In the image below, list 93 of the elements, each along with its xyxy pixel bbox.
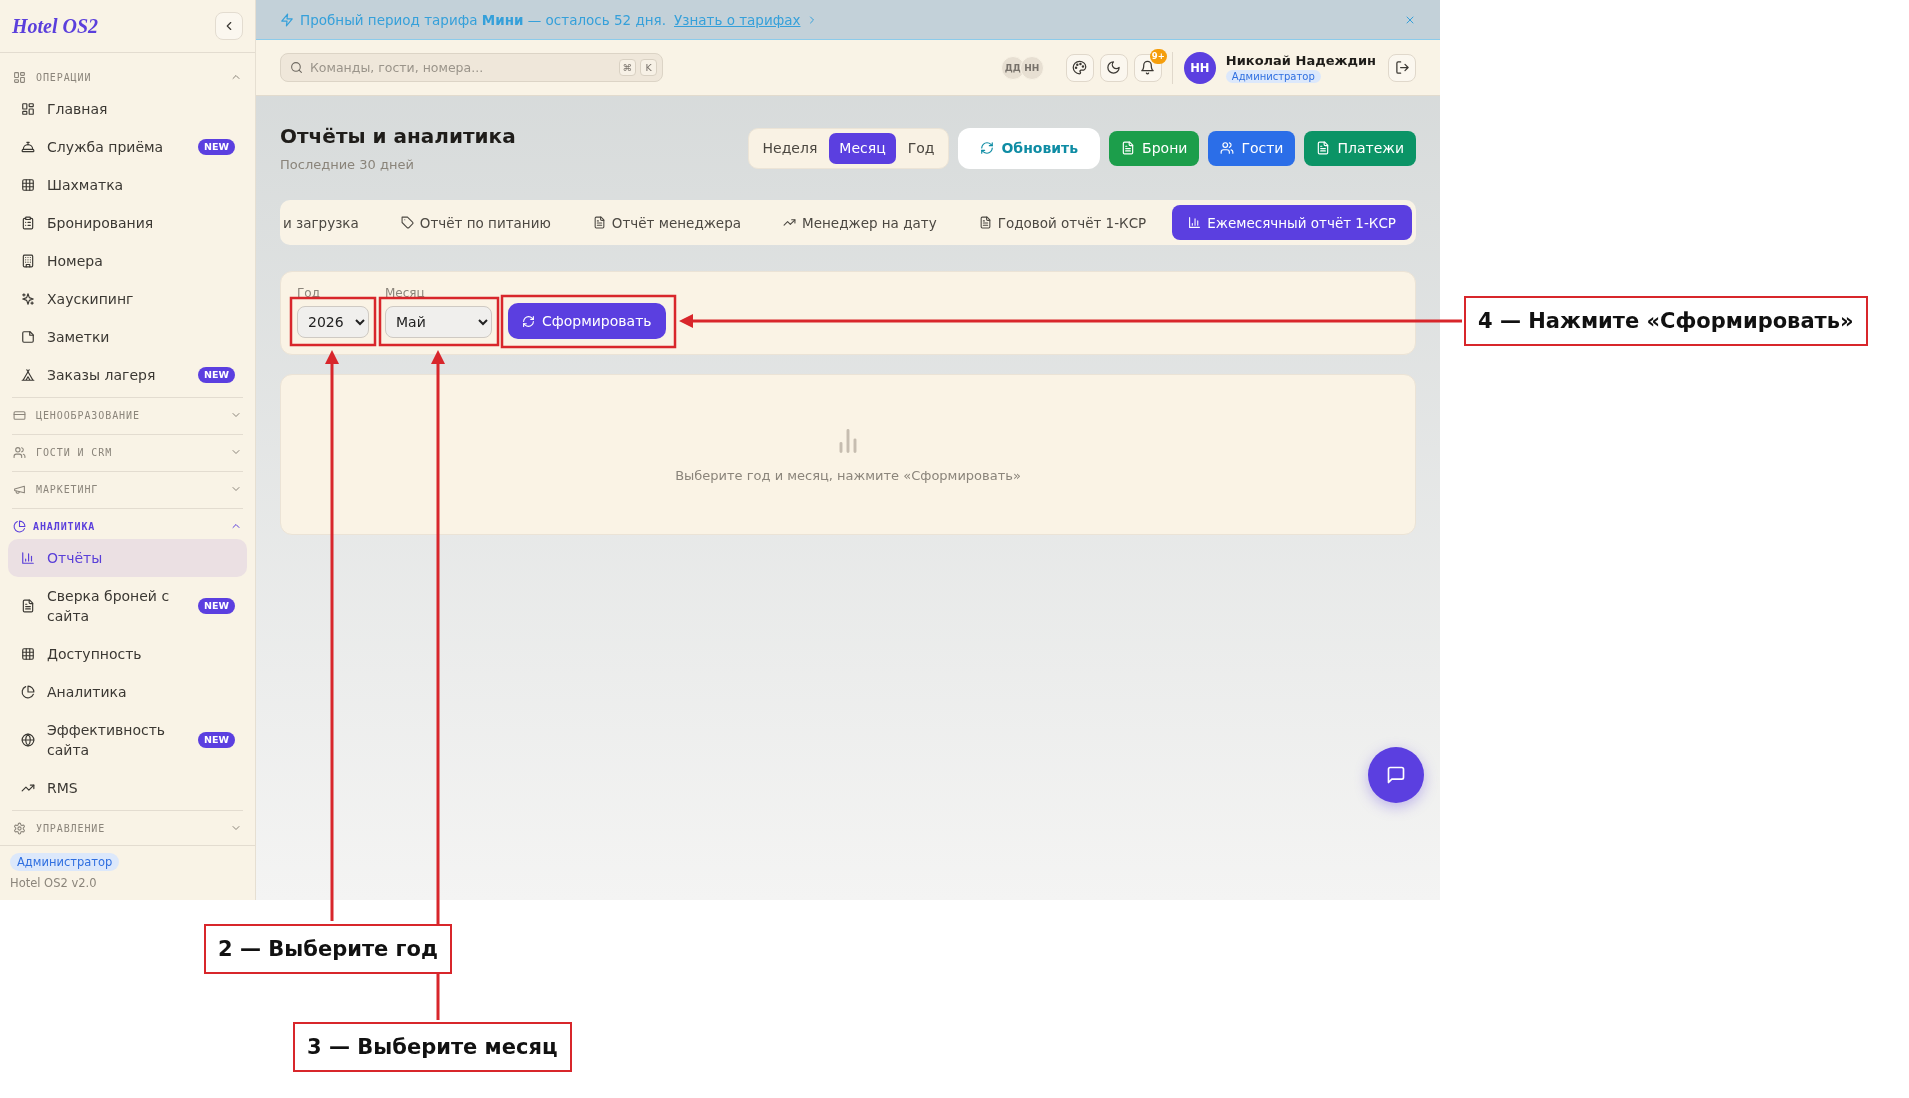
logout-button[interactable] <box>1388 53 1416 82</box>
notification-badge: 9+ <box>1149 48 1167 64</box>
bar-chart-icon <box>21 551 35 565</box>
generate-button[interactable]: Сформировать <box>508 303 666 339</box>
service-bell-icon <box>21 140 35 154</box>
nav-item[interactable]: Бронирования <box>8 204 247 242</box>
report-tab[interactable]: и загрузка <box>283 205 375 240</box>
refresh-button[interactable]: Обновить <box>958 127 1101 169</box>
role-badge: Администратор <box>10 853 120 871</box>
pie-chart-icon <box>21 685 35 699</box>
search-icon <box>290 61 303 74</box>
user-avatar: НН <box>1183 51 1216 84</box>
callout-label: 4 — Нажмите «Сформировать» <box>1464 296 1868 346</box>
lightning-icon <box>280 12 294 27</box>
theme-button[interactable] <box>1065 53 1094 82</box>
version-text: Hotel OS2 v2.0 <box>10 875 97 891</box>
field-label: Год <box>297 285 321 301</box>
document-icon <box>592 216 606 229</box>
new-badge: NEW <box>198 598 235 614</box>
nav-item[interactable]: Главная <box>8 90 247 128</box>
report-tab[interactable]: Годовой отчёт 1-КСР <box>962 205 1163 240</box>
report-tab[interactable]: Менеджер на дату <box>767 205 953 240</box>
building-icon <box>21 254 35 268</box>
dark-mode-button[interactable] <box>1099 53 1128 82</box>
document-icon <box>1316 141 1331 155</box>
dropdown-select[interactable]: 2026 <box>297 306 369 338</box>
clipboard-icon <box>21 216 35 230</box>
logout-icon <box>1394 60 1410 75</box>
refresh-icon <box>980 141 995 155</box>
globe-icon <box>21 733 35 747</box>
shortcut-key: K <box>640 59 657 76</box>
document-icon <box>1121 141 1136 155</box>
nav-item[interactable]: Шахматка <box>8 166 247 204</box>
settings-icon <box>13 821 26 835</box>
document-icon <box>978 216 992 229</box>
page-subtitle: Последние 30 дней <box>280 156 415 174</box>
tent-icon <box>21 368 35 382</box>
chat-icon <box>1386 765 1406 785</box>
app-logo: Hotel OS2 <box>12 14 99 38</box>
guests-button[interactable]: Гости <box>1208 130 1296 166</box>
users-icon <box>1220 141 1235 155</box>
period-tab[interactable]: Год <box>897 132 945 164</box>
nav-item[interactable]: RMS <box>8 769 247 807</box>
nav-item[interactable]: Заказы лагеря NEW <box>8 356 247 394</box>
trial-message: Пробный период тарифа Мини — осталось 52 дня. <box>300 11 666 28</box>
nav-item[interactable]: Заметки <box>8 318 247 356</box>
period-tab[interactable]: Неделя <box>752 132 828 164</box>
payments-button[interactable]: Платежи <box>1304 130 1416 166</box>
dropdown-select[interactable]: Май <box>385 306 492 338</box>
bell-icon <box>1140 60 1156 75</box>
sparkles-icon <box>21 292 35 306</box>
trend-icon <box>783 216 797 229</box>
new-badge: NEW <box>198 367 235 383</box>
document-icon <box>21 599 35 613</box>
nav-item[interactable]: Служба приёма NEW <box>8 128 247 166</box>
users-icon <box>13 445 26 459</box>
new-badge: NEW <box>198 732 235 748</box>
field-label: Месяц <box>385 285 426 301</box>
user-name: Николай Надеждин <box>1225 52 1376 68</box>
page-title: Отчёты и аналитика <box>280 123 516 150</box>
moon-icon <box>1106 60 1122 75</box>
report-tab[interactable]: Ежемесячный отчёт 1-КСР <box>1172 205 1412 240</box>
user-avatar: НН <box>1019 55 1044 80</box>
dashboard-icon <box>13 70 26 84</box>
nav-item[interactable]: Аналитика <box>8 673 247 711</box>
grid-icon <box>21 178 35 192</box>
period-tab[interactable]: Месяц <box>829 132 896 164</box>
nav-item[interactable]: Доступность <box>8 635 247 673</box>
bar-chart-icon <box>1188 216 1202 229</box>
callout-label: 2 — Выберите год <box>204 924 452 974</box>
new-badge: NEW <box>198 139 235 155</box>
nav-item[interactable]: Номера <box>8 242 247 280</box>
callout-label: 3 — Выберите месяц <box>293 1022 572 1072</box>
nav-item[interactable]: Хаускипинг <box>8 280 247 318</box>
palette-icon <box>1072 60 1088 75</box>
empty-state-message: Выберите год и месяц, нажмите «Сформировать» <box>675 467 1021 483</box>
report-tab[interactable]: Отчёт менеджера <box>576 205 758 240</box>
refresh-icon <box>522 314 535 328</box>
tag-icon <box>400 216 414 229</box>
pie-chart-icon <box>13 519 26 533</box>
nav-section-header[interactable]: АНАЛИТИКА <box>12 511 243 541</box>
nav-item[interactable]: Отчёты <box>8 539 247 577</box>
grid-icon <box>21 647 35 661</box>
chat-button[interactable] <box>1368 747 1424 803</box>
nav-item[interactable]: Сверка броней с сайта NEW <box>8 577 247 635</box>
user-avatar: ДД <box>1000 55 1025 80</box>
role-badge: Администратор <box>1225 69 1321 83</box>
nav-section-header[interactable]: ОПЕРАЦИИ <box>12 62 243 92</box>
dashboard-icon <box>21 102 35 116</box>
card-icon <box>13 408 26 422</box>
note-icon <box>21 330 35 344</box>
report-tab[interactable]: Отчёт по питанию <box>384 205 567 240</box>
nav-item[interactable]: Эффективность сайта NEW <box>8 711 247 769</box>
